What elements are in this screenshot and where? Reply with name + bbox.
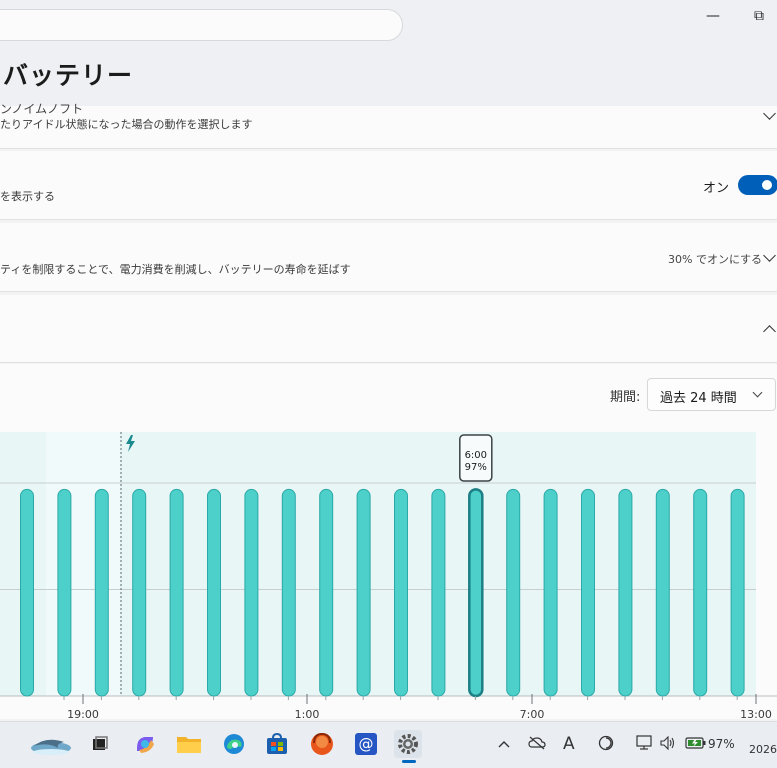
active-app-indicator [402, 760, 416, 763]
period-label: 期間: [610, 390, 641, 405]
battery-bar [730, 488, 745, 697]
settings-icon[interactable] [394, 730, 422, 758]
battery-saver-card[interactable]: ティを制限することで、電力消費を削減し、バッテリーの寿命を延ばす 30% でオン… [0, 223, 777, 292]
battery-bar [132, 488, 147, 697]
page-title: バッテリー [3, 61, 134, 90]
copilot-icon[interactable] [131, 730, 159, 758]
restore-button[interactable]: ⧉ [749, 6, 769, 26]
sleep-description: たりアイドル状態になった場合の動作を選択します [0, 118, 253, 131]
tooltip-value: 97% [465, 462, 487, 473]
battery-bar [581, 488, 595, 697]
store-icon[interactable] [263, 730, 291, 758]
show-hidden-icons-icon[interactable] [498, 738, 510, 753]
battery-bar [281, 488, 296, 697]
dolphin-widget-icon[interactable] [28, 730, 74, 758]
x-tick-label: 13:00 [740, 708, 772, 721]
search-input[interactable] [0, 9, 403, 41]
chevron-down-icon[interactable] [763, 249, 776, 262]
battery-percent-text: 97% [708, 737, 735, 751]
battery-bar [693, 488, 708, 697]
svg-text:@: @ [359, 735, 374, 753]
ime-mode-icon[interactable]: A [563, 734, 575, 754]
percentage-description: を表示する [0, 190, 55, 203]
date-text: 2026/ [749, 743, 777, 756]
network-icon[interactable] [636, 735, 654, 755]
x-tick-label: 19:00 [67, 708, 99, 721]
onedrive-off-icon[interactable] [528, 736, 546, 754]
chevron-down-icon [752, 387, 763, 398]
taskbar: @ A 97% 2026/ [0, 721, 777, 768]
battery-bar [207, 488, 221, 697]
battery-bar [506, 488, 521, 697]
battery-bar [468, 488, 484, 698]
show-percentage-toggle[interactable] [738, 175, 777, 195]
chevron-up-icon[interactable] [763, 325, 776, 338]
battery-level-chart: 19:00 1:00 7:00 13:00 6:0097% [0, 432, 777, 721]
file-explorer-icon[interactable] [175, 730, 203, 758]
x-tick-label: 1:00 [295, 708, 320, 721]
edge-icon[interactable] [220, 730, 248, 758]
period-value: 過去 24 時間 [660, 391, 737, 406]
sleep-label: ンノイムノフト [0, 102, 84, 116]
chart-band [46, 432, 120, 696]
settings-header: — ⧉ バッテリー [0, 0, 777, 106]
battery-bar [169, 488, 184, 697]
battery-bar [655, 488, 670, 697]
battery-bar [618, 488, 633, 697]
battery-charging-icon[interactable] [685, 737, 707, 753]
battery-bar [319, 488, 334, 697]
chevron-down-icon[interactable] [763, 107, 776, 120]
toggle-knob [762, 180, 772, 190]
task-view-icon[interactable] [86, 730, 114, 758]
toggle-state-label: オン [703, 181, 730, 196]
battery-bar [20, 488, 34, 697]
x-tick-label: 7:00 [520, 708, 545, 721]
saver-description: ティを制限することで、電力消費を削減し、バッテリーの寿命を延ばす [0, 263, 351, 276]
tooltip-time: 6:00 [465, 450, 487, 461]
battery-bar [57, 488, 72, 697]
battery-sleep-card[interactable]: ンノイムノフト たりアイドル状態になった場合の動作を選択します [0, 102, 777, 149]
battery-bar [94, 488, 109, 697]
battery-bar [543, 488, 558, 697]
battery-bar [244, 488, 259, 697]
saver-threshold: 30% でオンにする [668, 253, 763, 266]
mail-icon[interactable]: @ [352, 730, 380, 758]
period-dropdown[interactable]: 過去 24 時間 [647, 378, 776, 411]
battery-bar [394, 488, 408, 697]
volume-icon[interactable] [660, 735, 676, 754]
battery-usage-card[interactable] [0, 295, 777, 363]
battery-bar [356, 488, 371, 697]
battery-percentage-card: を表示する [0, 151, 777, 220]
support-agent-icon[interactable] [308, 730, 336, 758]
minimize-button[interactable]: — [703, 6, 723, 26]
focus-icon[interactable] [598, 735, 614, 755]
battery-bar [431, 488, 446, 697]
